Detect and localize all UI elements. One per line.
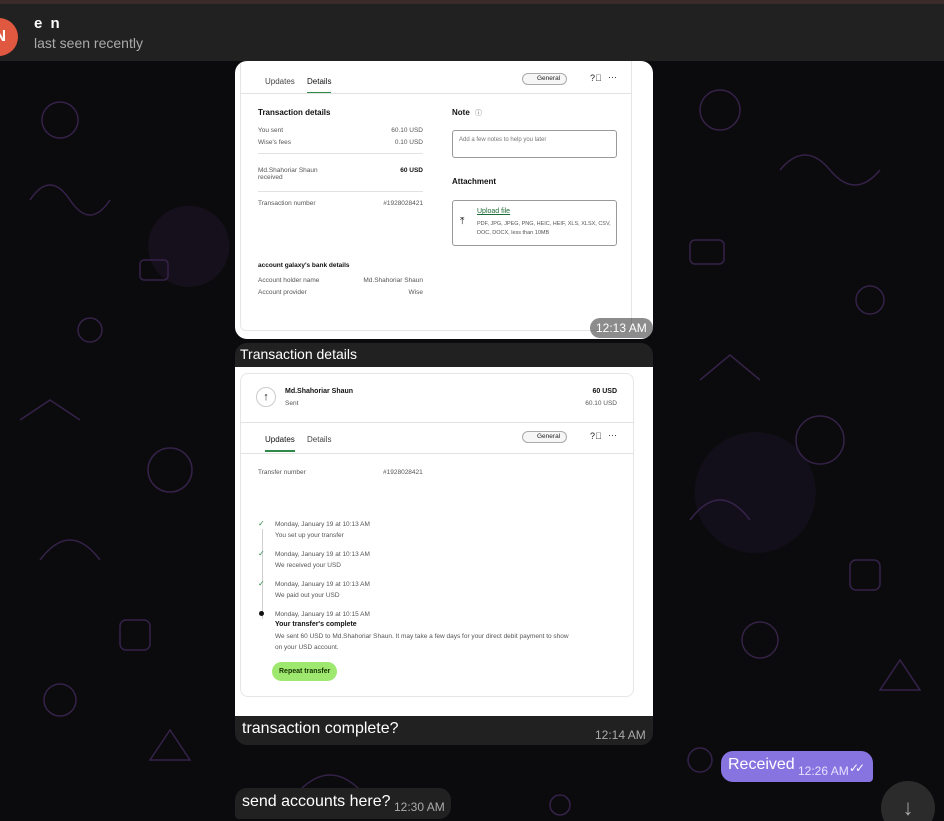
amount-total: 60.10 USD: [585, 400, 617, 407]
detail-row: Md.Shahoriar Shaun received 60 USD: [258, 167, 423, 181]
tab-details: Details: [307, 435, 332, 444]
dropdown-general: General: [522, 431, 568, 443]
photo-caption: Transaction details: [240, 346, 357, 362]
detail-row: Wise's fees 0.10 USD: [258, 139, 423, 146]
tab-details: Details: [307, 77, 332, 94]
dropdown-general: General: [522, 73, 568, 85]
message-text: send accounts here?: [242, 793, 391, 810]
arrow-up-icon: ↑: [256, 387, 276, 407]
photo-message[interactable]: Transaction details ↑ Md.Shahoriar Shaun…: [235, 343, 653, 745]
photo-content: ↑ Md.Shahoriar Shaun Sent 60 USD 60.10 U…: [235, 367, 653, 716]
upload-icon: ⤒: [460, 216, 465, 227]
tab-updates: Updates: [265, 435, 295, 452]
message-time: 12:26 AM: [798, 764, 849, 778]
incoming-message[interactable]: send accounts here? 12:30 AM: [235, 788, 451, 819]
outgoing-message[interactable]: Received 12:26 AM ✓✓: [721, 751, 873, 782]
amount: 60 USD: [592, 388, 617, 395]
avatar[interactable]: N: [0, 18, 18, 56]
peer-name[interactable]: e n: [34, 15, 62, 32]
check-icon: ✓: [258, 549, 265, 558]
bank-row: Account holder name Md.Shahoriar Shaun: [258, 277, 423, 284]
check-icon: ✓: [258, 579, 265, 588]
more-icon: ···: [608, 72, 617, 82]
recipient-status: Sent: [285, 400, 299, 407]
step-time: Monday, January 19 at 10:13 AM: [275, 581, 370, 588]
message-time: 12:13 AM: [590, 318, 653, 338]
note-title: Note: [452, 108, 470, 117]
step-text: You set up your transfer: [275, 532, 344, 539]
help-icon: ?⃝: [590, 431, 602, 441]
tab-updates: Updates: [265, 77, 295, 86]
note-input: Add a few notes to help you later: [452, 130, 617, 158]
info-icon: ⓘ: [475, 110, 482, 117]
message-time: 12:30 AM: [394, 800, 445, 814]
bank-title: account galaxy's bank details: [258, 262, 350, 269]
double-check-icon: ✓✓: [849, 761, 865, 775]
transfer-label: Transfer number: [258, 469, 306, 476]
arrow-down-icon: ↓: [902, 795, 914, 820]
repeat-transfer-button: Repeat transfer: [272, 662, 338, 681]
message-text: transaction complete?: [242, 720, 399, 737]
upload-box: ⤒ Upload file PDF, JPG, JPEG, PNG, HEIC,…: [452, 200, 617, 246]
transfer-value: #1928028421: [383, 469, 423, 476]
step-time: Monday, January 19 at 10:13 AM: [275, 551, 370, 558]
step-text: We paid out your USD: [275, 592, 340, 599]
more-icon: ···: [608, 430, 617, 440]
detail-row: Transaction number #1928028421: [258, 200, 423, 207]
check-icon: ✓: [258, 519, 265, 528]
current-step-dot: [259, 611, 264, 616]
message-text: Received: [728, 756, 795, 773]
photo-message[interactable]: Updates Details General ?⃝ ··· Transacti…: [235, 61, 653, 339]
recipient-name: Md.Shahoriar Shaun: [285, 388, 354, 395]
attachment-title: Attachment: [452, 177, 497, 186]
step-time: Monday, January 19 at 10:13 AM: [275, 521, 370, 528]
step-text: We received your USD: [275, 562, 341, 569]
final-text: We sent 60 USD to Md.Shahoriar Shaun. It…: [275, 633, 569, 640]
step-time: Monday, January 19 at 10:15 AM: [275, 611, 370, 618]
final-title: Your transfer's complete: [275, 621, 357, 628]
section-title: Transaction details: [258, 108, 331, 117]
chat-header[interactable]: N e n last seen recently: [0, 0, 944, 61]
photo-content: Updates Details General ?⃝ ··· Transacti…: [235, 61, 653, 339]
bank-row: Account provider Wise: [258, 289, 423, 296]
help-icon: ?⃝: [590, 73, 602, 83]
peer-status: last seen recently: [34, 35, 143, 51]
detail-row: You sent 60.10 USD: [258, 127, 423, 134]
final-text: on your USD account.: [275, 644, 339, 651]
message-time: 12:14 AM: [595, 728, 646, 742]
